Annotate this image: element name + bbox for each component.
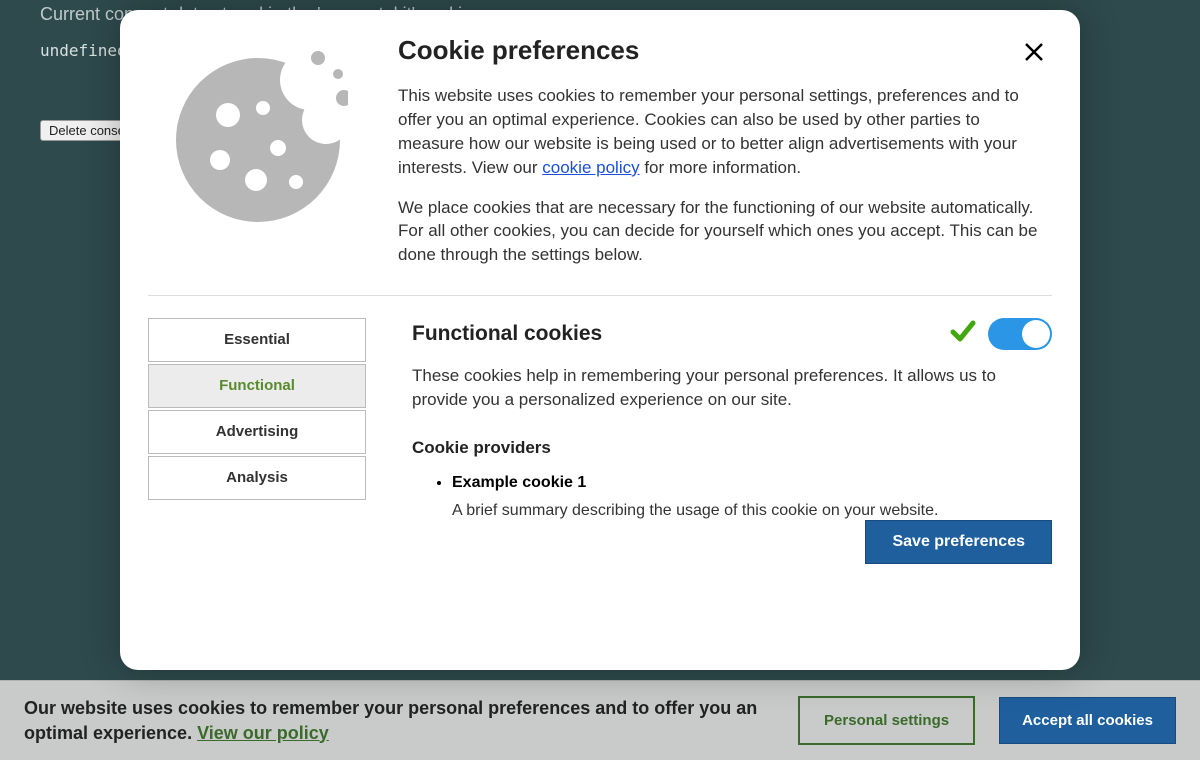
modal-intro: Cookie preferences This website uses coo… [398,32,1038,267]
providers-heading: Cookie providers [412,438,1052,458]
provider-name: Example cookie 1 [452,474,1052,492]
category-tabs: Essential Functional Advertising Analysi… [148,318,366,646]
tab-advertising[interactable]: Advertising [148,410,366,454]
divider [148,295,1052,296]
tab-essential[interactable]: Essential [148,318,366,362]
tab-analysis[interactable]: Analysis [148,456,366,500]
functional-title: Functional cookies [412,322,602,346]
functional-toggle[interactable] [988,318,1052,350]
personal-settings-button[interactable]: Personal settings [798,696,975,745]
functional-description: These cookies help in remembering your p… [412,364,1012,412]
modal-p2: We place cookies that are necessary for … [398,196,1038,267]
tab-functional[interactable]: Functional [148,364,366,408]
cookie-icon [148,32,368,267]
provider-description: A brief summary describing the usage of … [452,502,1012,520]
close-icon [1023,41,1045,63]
modal-p1-post: for more information. [640,158,802,177]
cookie-policy-link[interactable]: cookie policy [542,158,639,177]
cookie-consent-bar: Our website uses cookies to remember you… [0,680,1200,760]
modal-title: Cookie preferences [398,32,1038,68]
toggle-knob [1022,320,1050,348]
cookie-preferences-modal: Cookie preferences This website uses coo… [120,10,1080,670]
cookie-bar-text: Our website uses cookies to remember you… [24,698,757,742]
save-preferences-button[interactable]: Save preferences [865,520,1052,564]
close-button[interactable] [1020,38,1048,66]
accept-all-cookies-button[interactable]: Accept all cookies [999,697,1176,744]
cookie-bar-policy-link[interactable]: View our policy [197,723,329,743]
category-content: Functional cookies These cookies help in… [412,318,1052,646]
enabled-check-icon [950,318,976,349]
cookie-bar-message: Our website uses cookies to remember you… [24,696,774,745]
